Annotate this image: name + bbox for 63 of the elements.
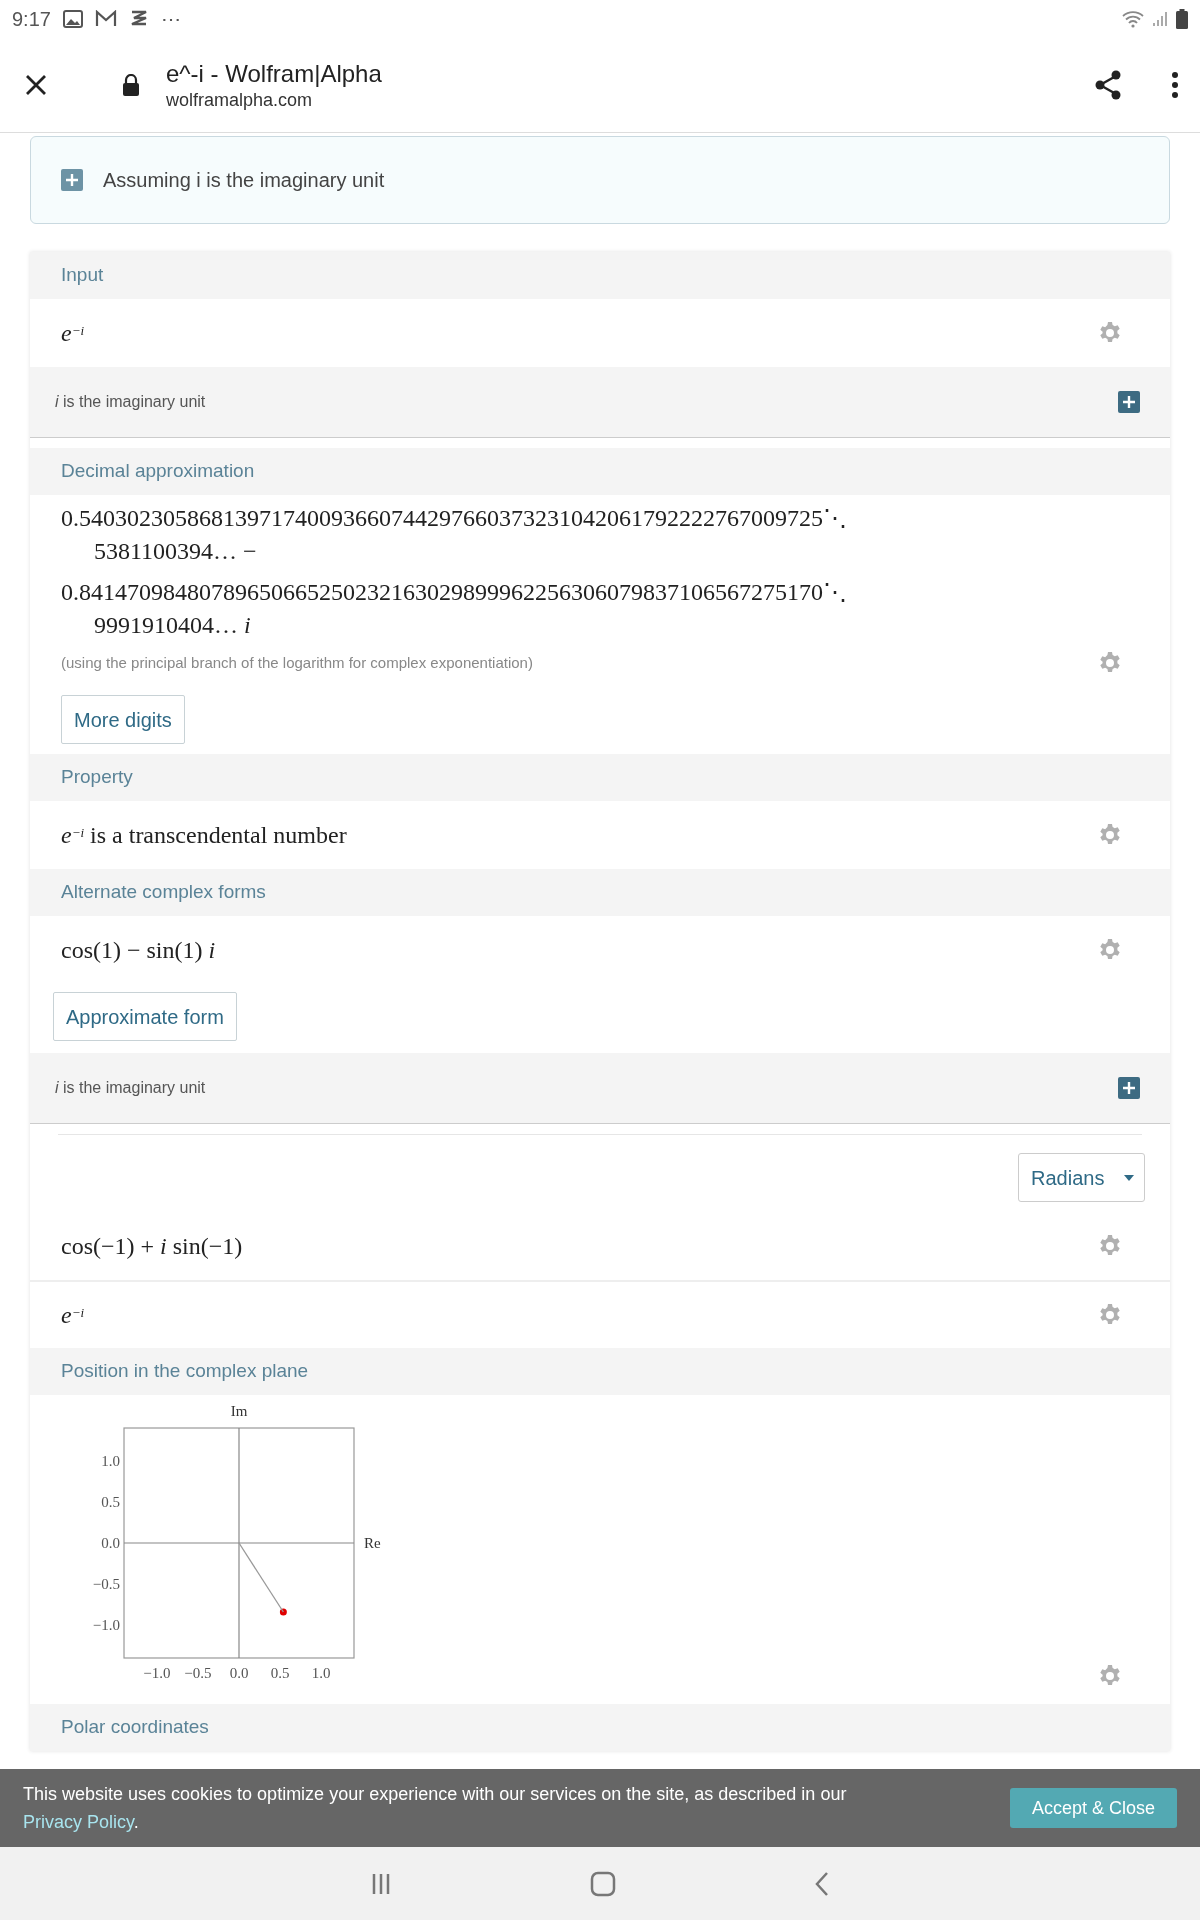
tick-label: 0.0: [229, 1665, 249, 1681]
settings-icon[interactable]: [1098, 651, 1122, 675]
assumption-note: i is the imaginary unit: [55, 1078, 206, 1098]
tick-label: −1.0: [143, 1665, 171, 1681]
decimal-value: 5381100394… −: [94, 538, 257, 564]
plus-icon[interactable]: [61, 169, 83, 191]
page-title: e^-i - Wolfram|Alpha: [166, 58, 382, 89]
decimal-value: 0.84147098480789650665250232163029899962256306079837106567275170⋱: [61, 579, 847, 605]
plus-icon[interactable]: [1118, 1077, 1140, 1099]
pod-title: Decimal approximation: [30, 448, 1170, 495]
tick-label: 0.5: [270, 1665, 290, 1681]
settings-icon[interactable]: [1098, 1664, 1122, 1688]
wifi-icon: [1122, 9, 1144, 28]
pod-title: Input: [30, 252, 1170, 299]
signal-icon: [1152, 10, 1168, 27]
settings-icon[interactable]: [1098, 1303, 1122, 1327]
settings-icon[interactable]: [1098, 823, 1122, 847]
more-options-icon[interactable]: [1172, 71, 1178, 98]
settings-icon[interactable]: [1098, 1234, 1122, 1258]
leader-line: [238, 1542, 284, 1613]
tick-label: −1.0: [92, 1617, 120, 1634]
gallery-icon: [62, 9, 83, 28]
option-button[interactable]: More digits: [61, 695, 185, 744]
math-result: e$^{−i}$: [61, 319, 85, 348]
math-result: e$^{−i}$: [61, 1301, 85, 1330]
decimal-value: 0.54030230586813971740093660744297660373231042061792222767009725⋱: [61, 505, 847, 531]
lock-icon: [122, 73, 140, 96]
home-icon[interactable]: [590, 1870, 616, 1897]
footnote: (using the principal branch of the logarithm for complex exponentiation): [61, 652, 533, 673]
share-icon[interactable]: [1094, 69, 1122, 100]
unit-dropdown[interactable]: Radians: [1018, 1153, 1145, 1202]
math-result: cos(−1) + i sin(−1): [61, 1232, 243, 1261]
tick-label: 0.0: [101, 1535, 120, 1551]
tick-label: 1.0: [101, 1452, 120, 1469]
option-button[interactable]: Approximate form: [53, 992, 237, 1041]
plus-icon[interactable]: [1118, 391, 1140, 413]
tick-label: −0.5: [184, 1665, 212, 1681]
axis-label: Im: [230, 1403, 248, 1419]
pod-title: Alternate complex forms: [30, 869, 1170, 916]
close-icon[interactable]: [24, 72, 48, 97]
caret-icon: [1124, 1174, 1135, 1181]
page-url: wolframalpha.com: [166, 88, 314, 111]
settings-icon[interactable]: [1098, 938, 1122, 962]
clock: 9:17: [12, 6, 51, 32]
tick-label: −0.5: [92, 1576, 120, 1593]
assumption-note: i is the imaginary unit: [55, 392, 206, 412]
battery-icon: [1176, 8, 1188, 29]
pod-title: Polar coordinates: [30, 1704, 1170, 1751]
math-result: e$^{−i}$ is a transcendental number: [61, 821, 347, 850]
tick-label: 1.0: [311, 1665, 331, 1681]
privacy-policy-link[interactable]: Privacy Policy: [23, 1812, 134, 1832]
settings-icon[interactable]: [1098, 321, 1122, 345]
mail-icon: [94, 9, 117, 28]
cookie-notice: This website uses cookies to optimize your experience with our services on the site, as described in our Privacy Policy.: [23, 1783, 848, 1834]
math-result: cos(1) − sin(1) i: [61, 936, 216, 965]
pod-title: Property: [30, 754, 1170, 801]
more-notifications: ⋯: [160, 8, 181, 29]
data-point: [279, 1608, 287, 1616]
assumption-text: Assuming i is the imaginary unit: [103, 168, 385, 193]
decimal-value: 9991910404… i: [94, 612, 251, 638]
axis-label: Re: [364, 1535, 381, 1551]
pod-title: Position in the complex plane: [30, 1348, 1170, 1395]
tick-label: 0.5: [101, 1493, 120, 1510]
